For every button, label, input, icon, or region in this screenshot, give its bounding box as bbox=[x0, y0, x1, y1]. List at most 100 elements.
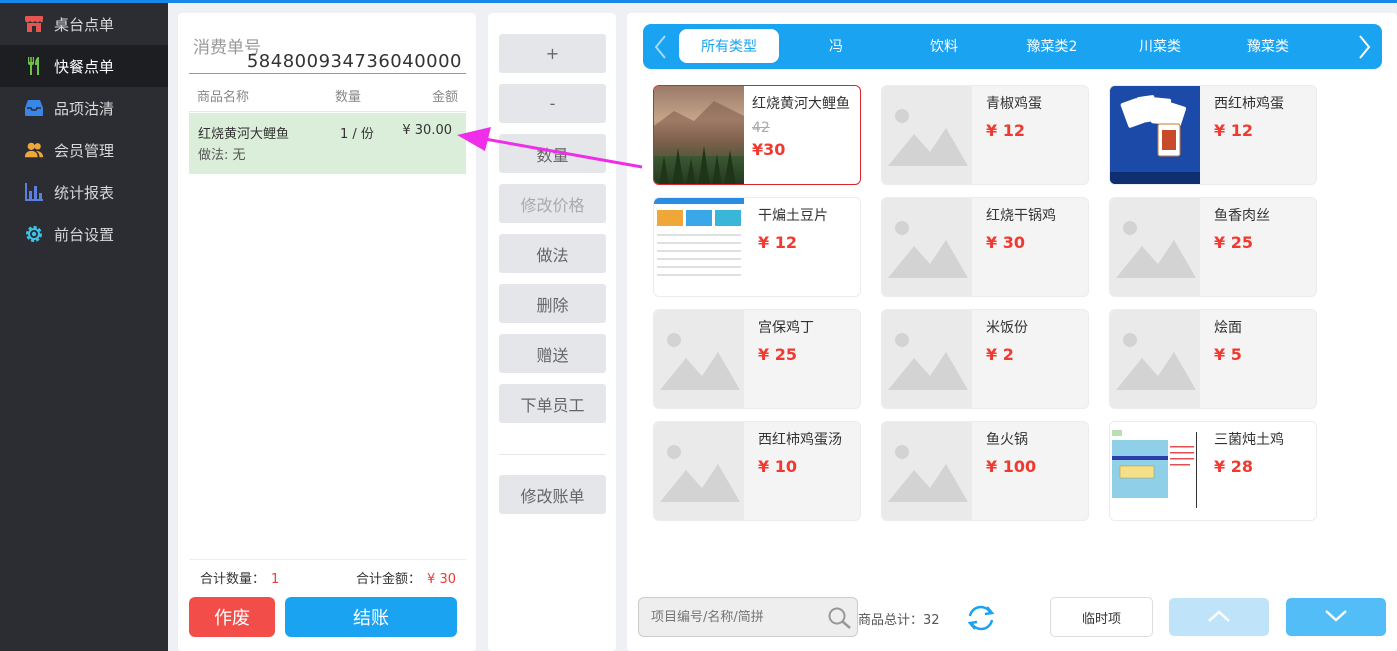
order-panel: 消费单号 584800934736040000 商品名称 数量 金额 红烧黄河大… bbox=[178, 13, 476, 651]
product-thumbnail bbox=[654, 198, 744, 296]
category-tab[interactable]: 豫菜类 bbox=[1218, 29, 1318, 63]
method-button[interactable]: 做法 bbox=[499, 234, 606, 273]
gift-button[interactable]: 赠送 bbox=[499, 334, 606, 373]
image-placeholder-icon bbox=[882, 422, 972, 520]
divider bbox=[189, 73, 466, 74]
divider bbox=[189, 559, 466, 560]
product-name: 鱼火锅 bbox=[986, 432, 1028, 448]
product-card[interactable]: 西红柿鸡蛋汤 ¥ 10 bbox=[653, 421, 861, 521]
divider bbox=[499, 454, 606, 455]
product-price: ¥ 12 bbox=[758, 233, 797, 252]
product-card[interactable]: 红烧黄河大鲤鱼 42 ¥30 bbox=[653, 85, 861, 185]
edit-price-button[interactable]: 修改价格 bbox=[499, 184, 606, 223]
product-panel: 所有类型 冯 饮料 豫菜类2 川菜类 豫菜类 红烧黄河大鲤鱼 42 ¥30 青椒… bbox=[627, 13, 1397, 651]
product-name: 烩面 bbox=[1214, 320, 1242, 336]
search-icon[interactable] bbox=[827, 606, 853, 634]
annotation-arrow-icon bbox=[455, 125, 645, 174]
sidebar-item-label: 统计报表 bbox=[54, 183, 115, 202]
category-tab[interactable]: 冯 bbox=[786, 29, 886, 63]
product-thumbnail bbox=[1110, 422, 1200, 520]
product-card[interactable]: 西红柿鸡蛋 ¥ 12 bbox=[1109, 85, 1317, 185]
sidebar-item-reports[interactable]: 统计报表 bbox=[0, 171, 168, 213]
product-card[interactable]: 干煸土豆片 ¥ 12 bbox=[653, 197, 861, 297]
product-card[interactable]: 三菌炖土鸡 ¥ 28 bbox=[1109, 421, 1317, 521]
product-price: ¥ 25 bbox=[758, 345, 797, 364]
product-price: ¥ 2 bbox=[986, 345, 1014, 364]
total-amount-value: ¥ 30 bbox=[427, 572, 456, 587]
product-card[interactable]: 米饭份 ¥ 2 bbox=[881, 309, 1089, 409]
sidebar-item-fast-order[interactable]: 快餐点单 bbox=[0, 45, 168, 87]
product-total: 商品总计：32 bbox=[858, 613, 940, 628]
product-card[interactable]: 青椒鸡蛋 ¥ 12 bbox=[881, 85, 1089, 185]
order-staff-button[interactable]: 下单员工 bbox=[499, 384, 606, 423]
image-placeholder-icon bbox=[654, 310, 744, 408]
category-tab-all[interactable]: 所有类型 bbox=[679, 29, 779, 63]
order-number: 584800934736040000 bbox=[246, 51, 462, 72]
total-quantity-label: 合计数量： bbox=[200, 572, 266, 587]
product-original-price: 42 bbox=[752, 120, 770, 136]
category-tab[interactable]: 饮料 bbox=[894, 29, 994, 63]
image-placeholder-icon bbox=[654, 422, 744, 520]
decrease-button[interactable]: - bbox=[499, 84, 606, 123]
product-name: 西红柿鸡蛋汤 bbox=[758, 432, 842, 448]
chevron-left-icon[interactable] bbox=[645, 24, 675, 69]
product-price: ¥ 12 bbox=[986, 121, 1025, 140]
product-card[interactable]: 红烧干锅鸡 ¥ 30 bbox=[881, 197, 1089, 297]
page-down-button[interactable] bbox=[1286, 598, 1386, 636]
delete-button[interactable]: 删除 bbox=[499, 284, 606, 323]
sidebar-item-label: 品项沽清 bbox=[54, 99, 115, 118]
sidebar-item-settings[interactable]: 前台设置 bbox=[0, 213, 168, 255]
product-card[interactable]: 烩面 ¥ 5 bbox=[1109, 309, 1317, 409]
product-price: ¥ 25 bbox=[1214, 233, 1253, 252]
page-up-button[interactable] bbox=[1169, 598, 1269, 636]
product-price: ¥ 5 bbox=[1214, 345, 1242, 364]
product-price: ¥ 12 bbox=[1214, 121, 1253, 140]
column-header-qty: 数量 bbox=[335, 90, 362, 105]
refresh-icon[interactable] bbox=[965, 603, 997, 633]
product-price: ¥ 28 bbox=[1214, 457, 1253, 476]
order-item-amount: ¥ 30.00 bbox=[402, 123, 452, 138]
void-button[interactable]: 作废 bbox=[189, 597, 275, 637]
order-item-qty: 1 / 份 bbox=[340, 127, 374, 142]
edit-bill-button[interactable]: 修改账单 bbox=[499, 475, 606, 514]
bar-chart-icon bbox=[24, 182, 44, 202]
search-box bbox=[638, 597, 858, 637]
gear-icon bbox=[24, 224, 44, 244]
sidebar-item-table-order[interactable]: 桌台点单 bbox=[0, 3, 168, 45]
product-card[interactable]: 鱼香肉丝 ¥ 25 bbox=[1109, 197, 1317, 297]
sidebar: 桌台点单 快餐点单 品项沽清 会员管理 统计报表 前台设置 bbox=[0, 3, 168, 651]
sidebar-item-members[interactable]: 会员管理 bbox=[0, 129, 168, 171]
image-placeholder-icon bbox=[1110, 198, 1200, 296]
product-card[interactable]: 鱼火锅 ¥ 100 bbox=[881, 421, 1089, 521]
image-placeholder-icon bbox=[882, 86, 972, 184]
image-placeholder-icon bbox=[1110, 310, 1200, 408]
top-accent-line bbox=[0, 0, 1397, 3]
checkout-button[interactable]: 结账 bbox=[285, 597, 457, 637]
product-name: 干煸土豆片 bbox=[758, 208, 828, 224]
sidebar-item-sold-out[interactable]: 品项沽清 bbox=[0, 87, 168, 129]
total-quantity-value: 1 bbox=[271, 572, 280, 587]
product-name: 宫保鸡丁 bbox=[758, 320, 814, 336]
product-price: ¥30 bbox=[752, 140, 786, 159]
store-icon bbox=[24, 14, 44, 34]
action-panel: + - 数量 修改价格 做法 删除 赠送 下单员工 修改账单 bbox=[488, 13, 616, 651]
sidebar-item-label: 会员管理 bbox=[54, 141, 115, 160]
product-card[interactable]: 宫保鸡丁 ¥ 25 bbox=[653, 309, 861, 409]
temporary-item-button[interactable]: 临时项 bbox=[1050, 597, 1153, 637]
total-quantity: 合计数量： 1 bbox=[200, 568, 279, 587]
product-price: ¥ 100 bbox=[986, 457, 1037, 476]
order-item-method: 做法: 无 bbox=[198, 148, 246, 163]
category-tab[interactable]: 豫菜类2 bbox=[1002, 29, 1102, 63]
product-name: 红烧干锅鸡 bbox=[986, 208, 1056, 224]
search-input[interactable] bbox=[639, 598, 819, 636]
product-thumbnail bbox=[654, 86, 744, 184]
increase-button[interactable]: + bbox=[499, 34, 606, 73]
product-name: 西红柿鸡蛋 bbox=[1214, 96, 1284, 112]
category-tab[interactable]: 川菜类 bbox=[1110, 29, 1210, 63]
users-icon bbox=[24, 140, 44, 160]
chevron-right-icon[interactable] bbox=[1350, 24, 1380, 69]
order-row[interactable]: 红烧黄河大鲤鱼 1 / 份 ¥ 30.00 做法: 无 bbox=[189, 113, 466, 174]
column-header-amount: 金额 bbox=[431, 90, 458, 105]
order-item-name: 红烧黄河大鲤鱼 bbox=[198, 127, 290, 142]
image-placeholder-icon bbox=[882, 198, 972, 296]
